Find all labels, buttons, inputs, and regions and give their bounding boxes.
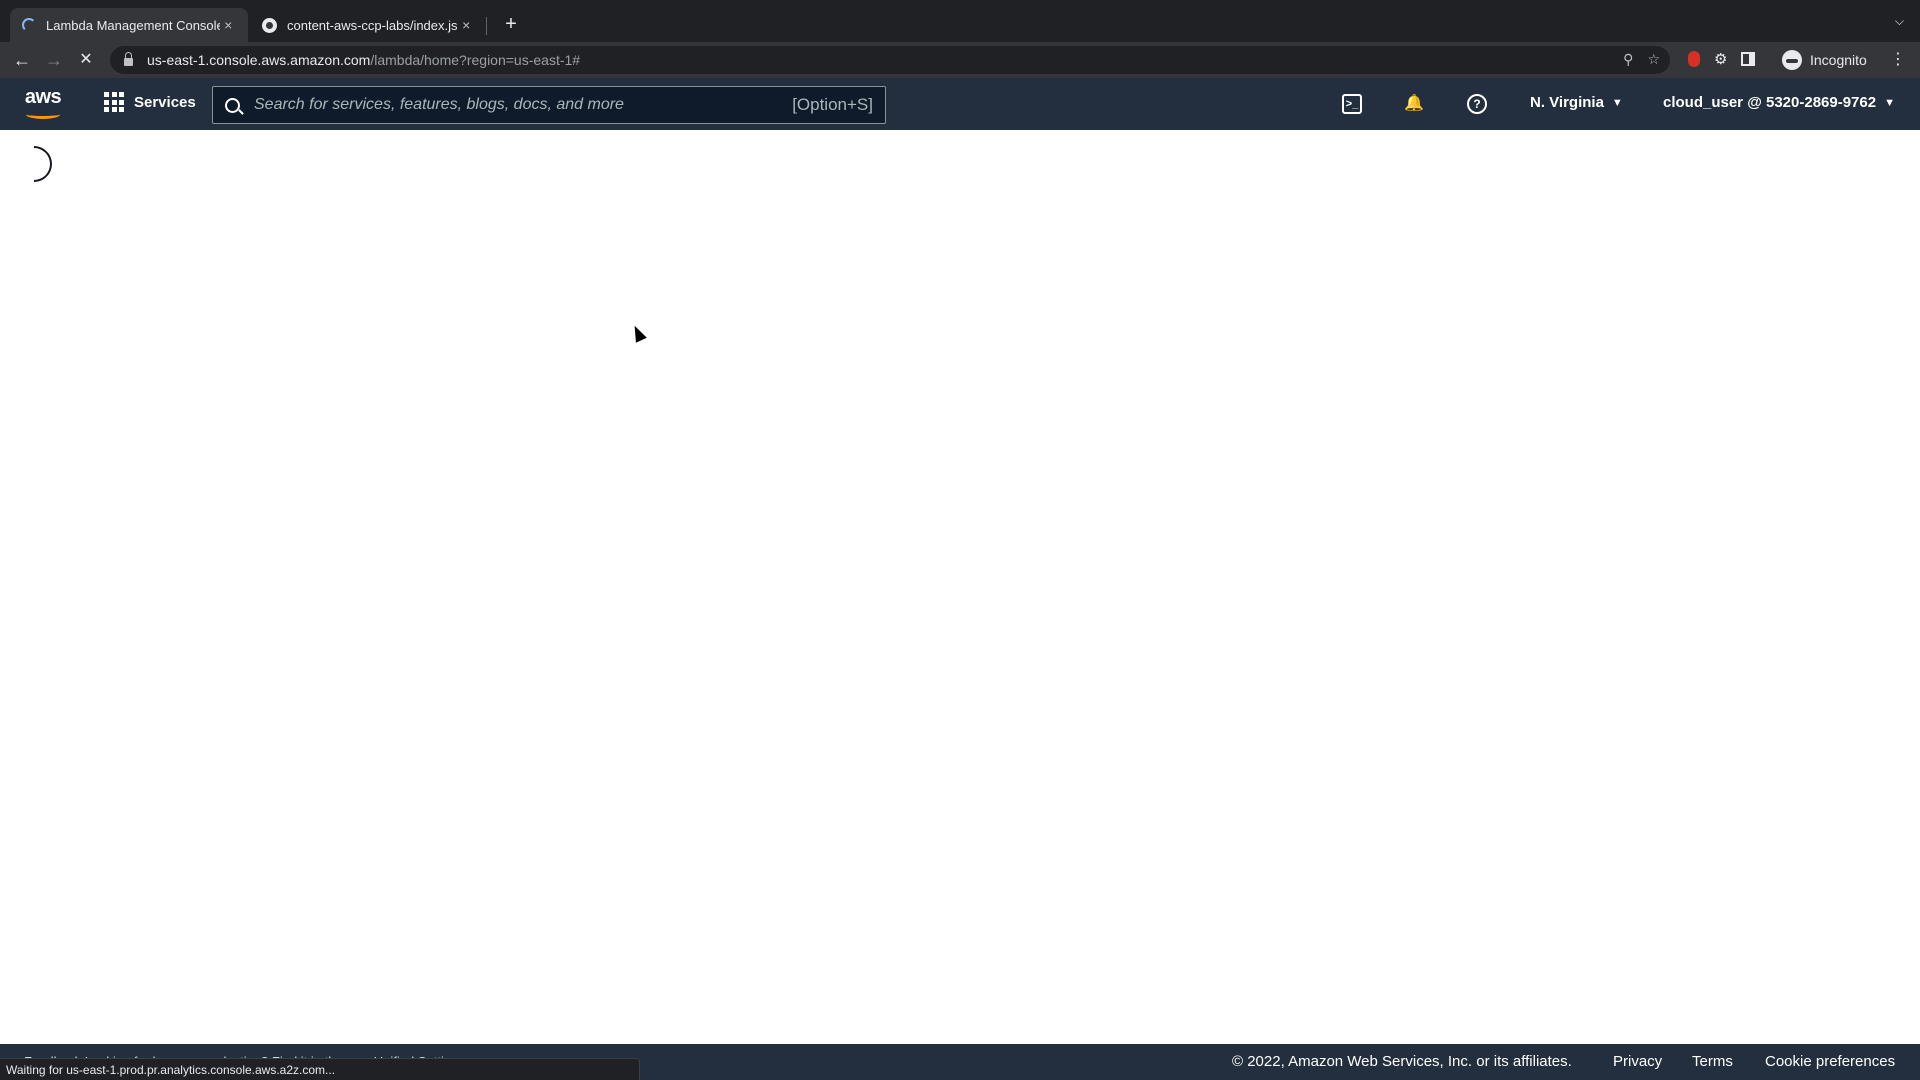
account-label: cloud_user @ 5320-2869-9762 — [1663, 94, 1877, 111]
profile-label: Incognito — [1810, 52, 1867, 68]
help-icon[interactable]: ? — [1467, 94, 1487, 114]
unified-search[interactable]: [Option+S] — [212, 86, 886, 124]
forward-arrow-icon[interactable]: → — [42, 48, 66, 72]
aws-logo-text: aws — [24, 86, 62, 108]
footer-link-privacy[interactable]: Privacy — [1613, 1053, 1662, 1070]
tab-lambda-console[interactable]: Lambda Management Console × — [10, 8, 248, 42]
region-label: N. Virginia — [1530, 94, 1604, 111]
close-tab-icon[interactable]: × — [458, 17, 474, 33]
stop-loading-icon[interactable]: ✕ — [74, 48, 98, 72]
main-content — [0, 130, 1920, 1044]
tab-search-chevron-icon[interactable]: ⌵ — [1895, 14, 1904, 29]
aws-logo[interactable]: aws — [22, 86, 64, 120]
browser-menu-icon[interactable]: ⋮ — [1890, 50, 1906, 70]
cloudshell-icon[interactable]: >_ — [1342, 94, 1362, 114]
url-path: /lambda/home?region=us-east-1# — [370, 52, 581, 68]
close-tab-icon[interactable]: × — [220, 17, 236, 33]
github-icon — [262, 17, 277, 33]
loading-spinner-icon — [22, 18, 36, 32]
tab-title: Lambda Management Console — [46, 17, 221, 33]
address-bar[interactable]: us-east-1.console.aws.amazon.com/lambda/… — [110, 46, 1670, 74]
page-loading-spinner-icon — [8, 138, 60, 190]
search-icon — [225, 97, 240, 113]
footer-link-cookie-preferences[interactable]: Cookie preferences — [1765, 1053, 1895, 1070]
lock-icon — [124, 52, 133, 66]
tab-github-index[interactable]: content-aws-ccp-labs/index.js × — [250, 8, 486, 42]
notifications-bell-icon[interactable]: 🔔 — [1402, 92, 1426, 116]
side-panel-icon[interactable] — [1741, 52, 1756, 66]
grid-icon — [104, 92, 124, 112]
new-tab-button[interactable]: + — [498, 12, 524, 38]
services-menu-button[interactable]: Services — [104, 92, 196, 112]
browser-toolbar: ← → ✕ us-east-1.console.aws.amazon.com/l… — [0, 42, 1920, 78]
extension-icon[interactable] — [1688, 51, 1700, 67]
extensions-puzzle-icon[interactable]: ⚙ — [1714, 50, 1727, 68]
search-input[interactable] — [254, 96, 774, 114]
account-menu[interactable]: cloud_user @ 5320-2869-9762 ▼ — [1663, 94, 1895, 111]
bookmark-star-icon[interactable]: ☆ — [1647, 51, 1660, 68]
region-selector[interactable]: N. Virginia ▼ — [1530, 94, 1623, 111]
caret-down-icon: ▼ — [1611, 96, 1623, 109]
aws-console-header: aws Services [Option+S] >_ 🔔 ? N. Virgin… — [0, 78, 1920, 130]
url-host: us-east-1.console.aws.amazon.com — [147, 52, 371, 68]
incognito-icon — [1782, 50, 1802, 70]
services-label: Services — [134, 93, 196, 111]
footer-copyright: © 2022, Amazon Web Services, Inc. or its… — [1232, 1053, 1572, 1070]
aws-smile-icon — [26, 110, 60, 119]
caret-down-icon: ▼ — [1884, 96, 1895, 109]
footer-link-terms[interactable]: Terms — [1692, 1053, 1733, 1070]
tab-title: content-aws-ccp-labs/index.js — [287, 17, 458, 33]
tab-separator — [486, 17, 487, 35]
back-arrow-icon[interactable]: ← — [10, 48, 34, 72]
incognito-profile[interactable]: Incognito — [1782, 49, 1867, 71]
browser-tabstrip: Lambda Management Console × content-aws-… — [0, 0, 1920, 42]
zoom-icon[interactable]: ⚲ — [1623, 51, 1633, 68]
browser-status-bar: Waiting for us-east-1.prod.pr.analytics.… — [0, 1058, 640, 1080]
search-shortcut-hint: [Option+S] — [792, 95, 873, 114]
